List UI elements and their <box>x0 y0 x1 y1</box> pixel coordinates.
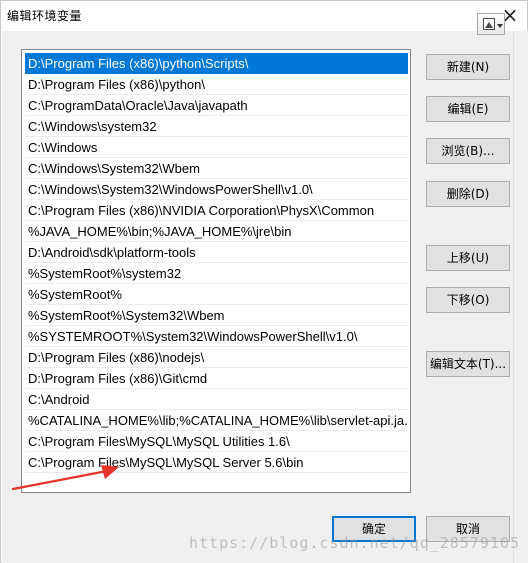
watermark-text: https://blog.csdn.net/qq_28579105 <box>189 534 521 552</box>
path-list-item[interactable]: %SYSTEMROOT%\System32\WindowsPowerShell\… <box>25 326 408 347</box>
delete-button[interactable]: 删除(D) <box>426 181 510 207</box>
new-button[interactable]: 新建(N) <box>426 54 510 80</box>
path-list-item[interactable]: C:\Windows\System32\WindowsPowerShell\v1… <box>25 179 408 200</box>
edit-text-button[interactable]: 编辑文本(T)... <box>426 351 510 377</box>
image-icon <box>483 18 495 30</box>
path-list-item[interactable]: %SystemRoot% <box>25 284 408 305</box>
path-list-item[interactable]: C:\ProgramData\Oracle\Java\javapath <box>25 95 408 116</box>
path-list[interactable]: D:\Program Files (x86)\python\Scripts\ D:… <box>21 49 411 493</box>
move-up-button[interactable]: 上移(U) <box>426 245 510 271</box>
path-list-item[interactable]: %SystemRoot%\system32 <box>25 263 408 284</box>
path-list-item[interactable]: %JAVA_HOME%\bin;%JAVA_HOME%\jre\bin <box>25 221 408 242</box>
path-list-item[interactable]: D:\Android\sdk\platform-tools <box>25 242 408 263</box>
path-list-item[interactable]: D:\Program Files (x86)\python\ <box>25 74 408 95</box>
edit-environment-variable-dialog: 编辑环境变量 × D:\Program Files (x86)\python\S… <box>0 0 528 563</box>
path-list-item[interactable]: D:\Program Files (x86)\python\Scripts\ <box>25 53 408 74</box>
path-list-item[interactable]: C:\Windows\System32\Wbem <box>25 158 408 179</box>
image-dropdown-button[interactable] <box>477 13 505 35</box>
browse-button[interactable]: 浏览(B)... <box>426 138 510 164</box>
path-list-item[interactable]: C:\Windows\system32 <box>25 116 408 137</box>
caret-down-icon <box>497 24 503 28</box>
path-list-item[interactable]: C:\Program Files (x86)\NVIDIA Corporatio… <box>25 200 408 221</box>
path-list-item[interactable]: C:\Android <box>25 389 408 410</box>
path-list-item[interactable]: D:\Program Files (x86)\nodejs\ <box>25 347 408 368</box>
path-list-item[interactable]: %SystemRoot%\System32\Wbem <box>25 305 408 326</box>
edit-button[interactable]: 编辑(E) <box>426 96 510 122</box>
window-title: 编辑环境变量 <box>7 9 83 23</box>
path-list-item[interactable]: C:\Program Files\MySQL\MySQL Utilities 1… <box>25 431 408 452</box>
path-list-item[interactable]: %CATALINA_HOME%\lib;%CATALINA_HOME%\lib\… <box>25 410 408 431</box>
path-list-item[interactable]: D:\Program Files (x86)\Git\cmd <box>25 368 408 389</box>
dialog-right-edge <box>513 31 528 563</box>
red-arrow-annotation <box>11 465 119 491</box>
path-list-item[interactable]: C:\Windows <box>25 137 408 158</box>
move-down-button[interactable]: 下移(O) <box>426 287 510 313</box>
title-bar: 编辑环境变量 × <box>1 1 527 31</box>
